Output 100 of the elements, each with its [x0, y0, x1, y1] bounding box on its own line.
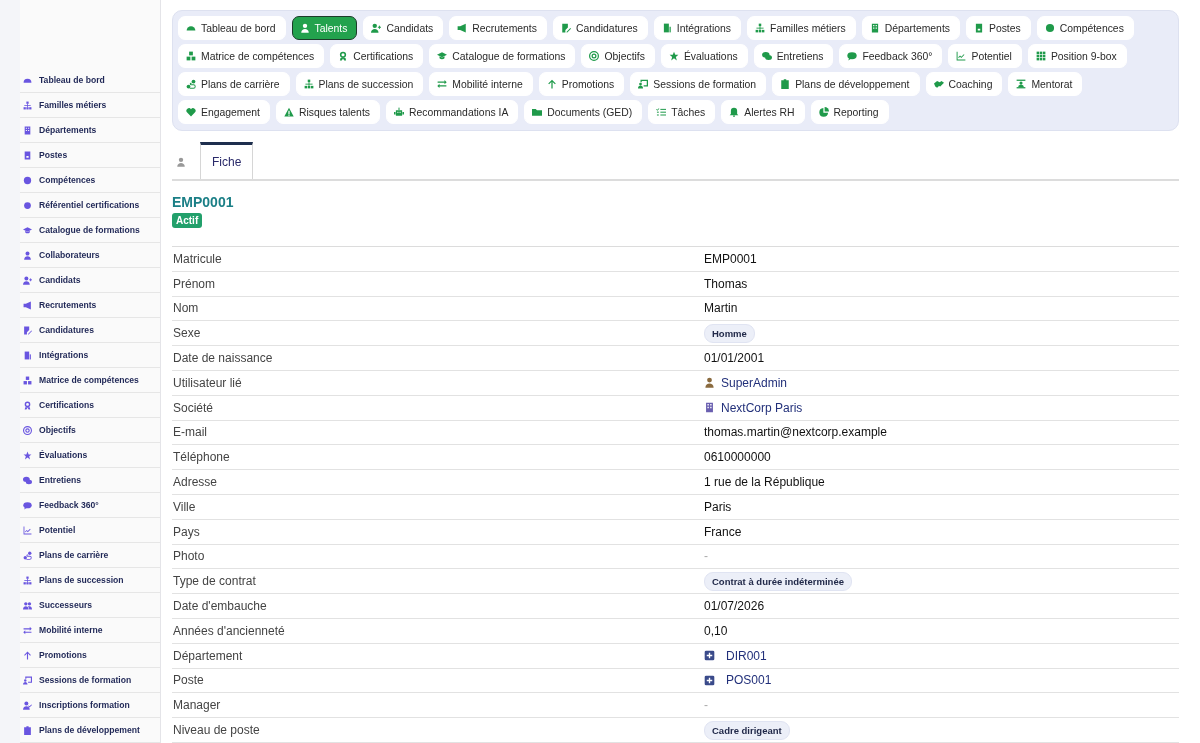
sidebar-item[interactable]: Plans de développement: [20, 718, 160, 743]
target-icon: [589, 51, 600, 61]
field-value: 0610000000: [704, 450, 771, 465]
nav-tab[interactable]: Familles métiers: [747, 16, 856, 40]
nav-tab[interactable]: Postes: [965, 16, 1031, 40]
sidebar-item[interactable]: Mobilité interne: [20, 618, 160, 643]
sidebar-item[interactable]: Plans de carrière: [20, 543, 160, 568]
folder-icon: [532, 107, 543, 117]
heart-icon: [186, 107, 196, 117]
line-chart-icon: [956, 51, 967, 61]
nav-tab[interactable]: Intégrations: [653, 16, 742, 40]
field-label: Poste: [172, 673, 205, 688]
field-value: Thomas: [704, 276, 748, 291]
nav-tab[interactable]: Engagement: [178, 100, 270, 124]
nav-tab[interactable]: Feedback 360°: [839, 44, 943, 68]
nav-tab[interactable]: Compétences: [1036, 16, 1134, 40]
hierarchy-icon: [23, 100, 32, 110]
sidebar-item[interactable]: Départements: [20, 118, 160, 143]
company-link[interactable]: NextCorp Paris: [721, 400, 803, 415]
nav-tab[interactable]: Matrice de compétences: [178, 44, 325, 68]
field-label: Pays: [172, 524, 201, 539]
field-label: Manager: [172, 698, 222, 713]
user-link[interactable]: SuperAdmin: [721, 375, 788, 390]
swap-arrows-icon: [437, 79, 448, 89]
sidebar-item[interactable]: Objectifs: [20, 418, 160, 443]
sidebar-item[interactable]: Familles métiers: [20, 93, 160, 118]
sidebar-item[interactable]: Feedback 360°: [20, 493, 160, 518]
nav-tab[interactable]: Certifications: [330, 44, 424, 68]
sidebar-item[interactable]: Évaluations: [20, 443, 160, 468]
record-tab[interactable]: Fiche: [200, 142, 254, 179]
nav-tab[interactable]: Évaluations: [660, 44, 748, 68]
arrow-up-icon: [546, 79, 557, 89]
sidebar-item[interactable]: Compétences: [20, 168, 160, 193]
field-label: Nom: [172, 301, 200, 316]
sidebar-item[interactable]: Entretiens: [20, 468, 160, 493]
nav-tab[interactable]: Entretiens: [753, 44, 834, 68]
star-icon: [23, 450, 32, 460]
presentation-icon: [638, 79, 649, 89]
field-label: Téléphone: [172, 450, 231, 465]
sidebar-item[interactable]: Promotions: [20, 643, 160, 668]
nav-tab[interactable]: Mobilité interne: [429, 72, 533, 96]
nav-tab[interactable]: Reporting: [810, 100, 889, 124]
sidebar-item[interactable]: Candidats: [20, 268, 160, 293]
sidebar-item[interactable]: Matrice de compétences: [20, 368, 160, 393]
field-label: E-mail: [172, 425, 208, 440]
sidebar-item[interactable]: Sessions de formation: [20, 668, 160, 693]
sidebar-item[interactable]: Référentiel certifications: [20, 193, 160, 218]
sidebar-item[interactable]: Intégrations: [20, 343, 160, 368]
nav-tab[interactable]: Candidats: [363, 16, 444, 40]
sidebar-item[interactable]: Candidatures: [20, 318, 160, 343]
record-link[interactable]: DIR001: [726, 648, 767, 663]
nav-tab[interactable]: Tableau de bord: [178, 16, 286, 40]
nav-tab[interactable]: Potentiel: [948, 44, 1022, 68]
sidebar-item[interactable]: Potentiel: [20, 518, 160, 543]
field-label: Date de naissance: [172, 351, 274, 366]
award-icon: [338, 51, 349, 61]
nav-tab[interactable]: Risques talents: [275, 100, 380, 124]
field-value: Paris: [704, 499, 732, 514]
sidebar-item[interactable]: Catalogue de formations: [20, 218, 160, 243]
nav-tab[interactable]: Coaching: [925, 72, 1003, 96]
nav-tab[interactable]: Objectifs: [581, 44, 655, 68]
sidebar-item[interactable]: Plans de succession: [20, 568, 160, 593]
sidebar-item[interactable]: Inscriptions formation: [20, 693, 160, 718]
nav-tab[interactable]: Sessions de formation: [630, 72, 767, 96]
nav-tab[interactable]: Mentorat: [1008, 72, 1083, 96]
value-tag: Cadre dirigeant: [704, 720, 790, 740]
sidebar-item[interactable]: Successeurs: [20, 593, 160, 618]
sidebar-item[interactable]: Recrutements: [20, 293, 160, 318]
hierarchy-icon: [755, 23, 766, 33]
grid-icon: [1035, 51, 1046, 61]
cubes-icon: [23, 375, 32, 385]
route-icon: [186, 79, 196, 89]
nav-tab[interactable]: Alertes RH: [721, 100, 805, 124]
nav-tab[interactable]: Départements: [861, 16, 960, 40]
checklist-icon: [656, 107, 667, 117]
nav-tab[interactable]: Candidatures: [552, 16, 648, 40]
nav-tab[interactable]: Tâches: [648, 100, 716, 124]
nav-tab[interactable]: Position 9-box: [1027, 44, 1127, 68]
field-value: 1 rue de la République: [704, 475, 825, 490]
field-value: EMP0001: [704, 251, 757, 266]
hierarchy-icon: [303, 79, 314, 89]
nav-tab[interactable]: Documents (GED): [524, 100, 643, 124]
field-label: Département: [172, 648, 244, 663]
nav-tab[interactable]: Catalogue de formations: [429, 44, 576, 68]
field-value: Martin: [704, 301, 738, 316]
record-link[interactable]: POS001: [726, 673, 772, 688]
sidebar-item[interactable]: Postes: [20, 143, 160, 168]
nav-tab[interactable]: Promotions: [538, 72, 625, 96]
sidebar-item[interactable]: Certifications: [20, 393, 160, 418]
nav-tab[interactable]: Recommandations IA: [386, 100, 519, 124]
nav-tab[interactable]: Plans de carrière: [178, 72, 290, 96]
record-code: EMP0001: [172, 194, 235, 210]
door-icon: [23, 350, 32, 360]
nav-tab[interactable]: Recrutements: [449, 16, 547, 40]
hierarchy-icon: [23, 575, 32, 585]
nav-tab[interactable]: Plans de développement: [772, 72, 920, 96]
nav-tab[interactable]: Plans de succession: [295, 72, 424, 96]
sidebar-item[interactable]: Collaborateurs: [20, 243, 160, 268]
field-value: 0,10: [704, 623, 728, 638]
sidebar-item[interactable]: Tableau de bord: [20, 68, 160, 93]
